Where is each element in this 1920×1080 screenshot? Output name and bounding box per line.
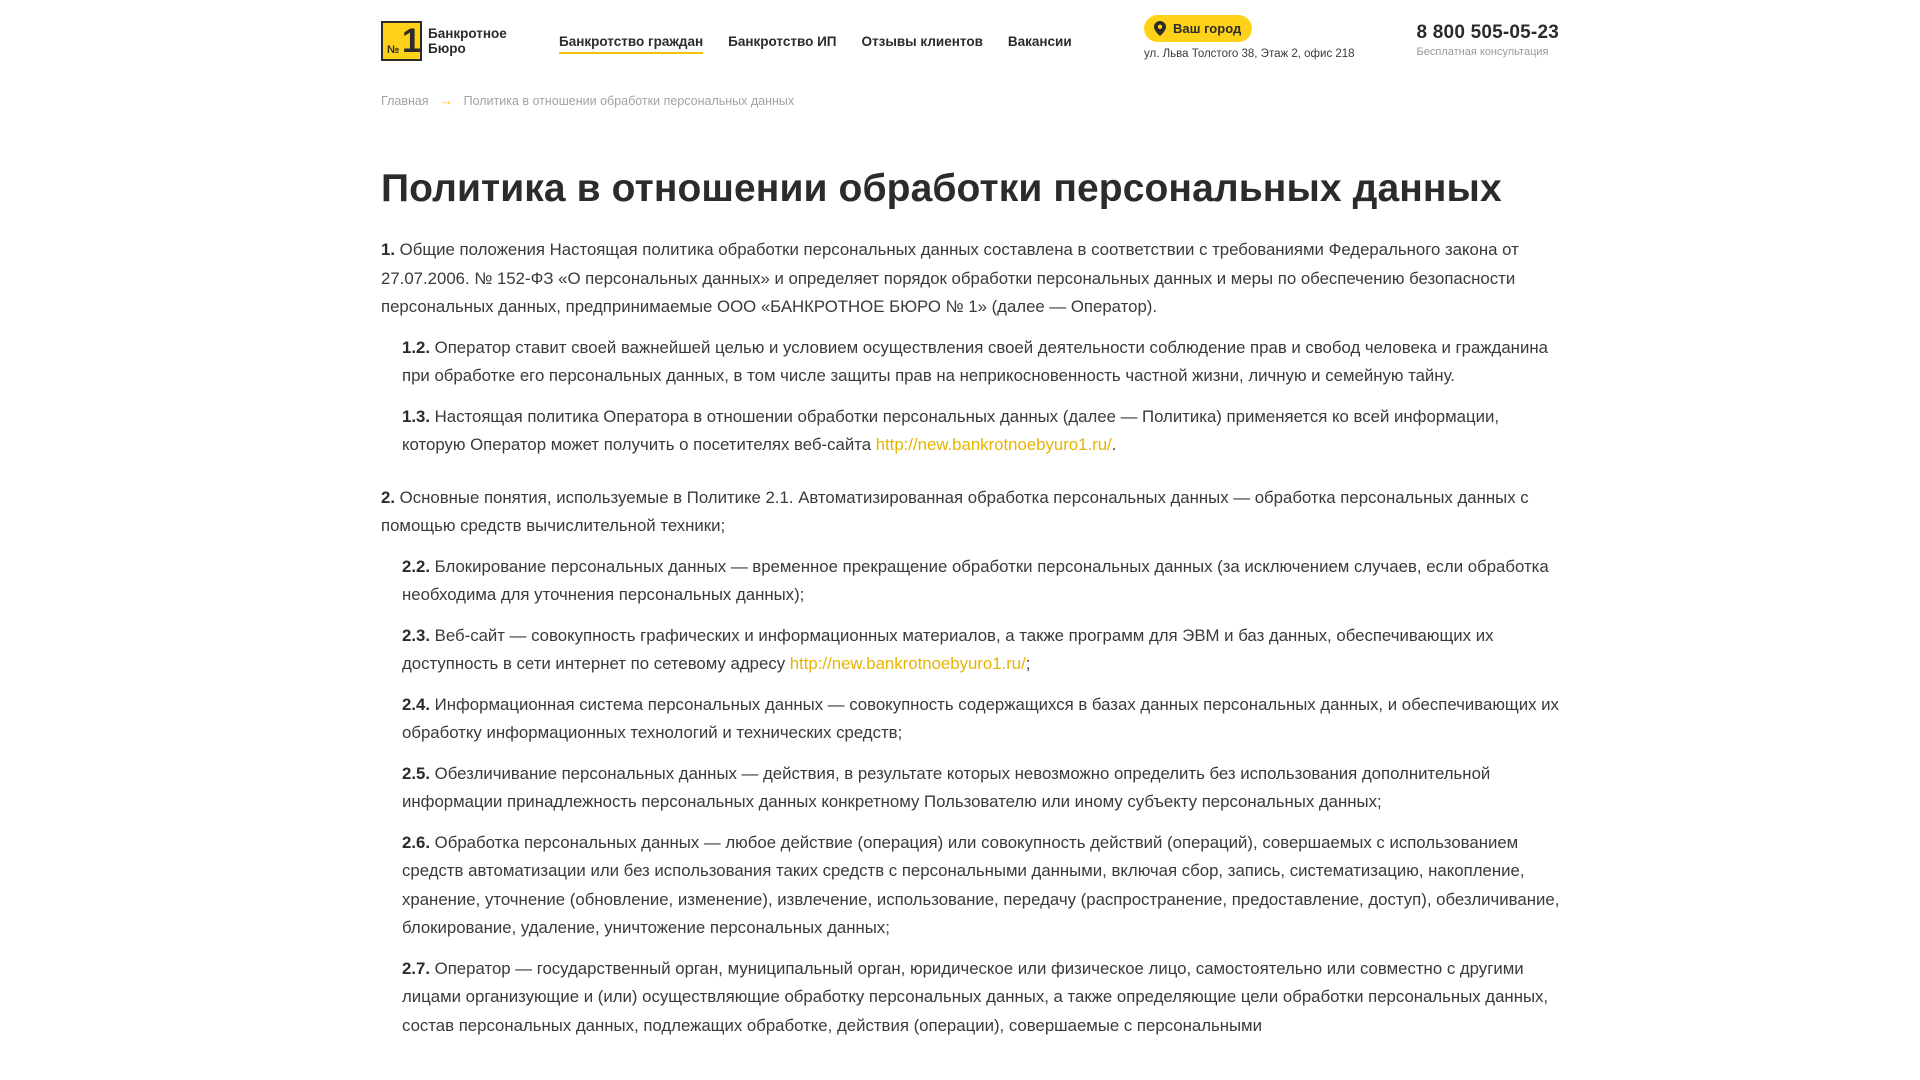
paragraph-number: 2.2. <box>402 556 430 576</box>
paragraph-text: Информационная система персональных данн… <box>402 694 1559 743</box>
main-content: Политика в отношении обработки персональ… <box>381 165 1561 1040</box>
nav-item-reviews[interactable]: Отзывы клиентов <box>862 34 983 54</box>
paragraph-text: Обезличивание персональных данных — дейс… <box>402 763 1491 812</box>
breadcrumb: Главная → Политика в отношении обработки… <box>381 93 794 108</box>
nav-item-vacancies[interactable]: Вакансии <box>1008 34 1072 54</box>
office-address: ул. Льва Толстого 38, Этаж 2, офис 218 <box>1144 48 1355 60</box>
paragraph-2-4: 2.4. Информационная система персональных… <box>402 691 1561 748</box>
breadcrumb-home-link[interactable]: Главная <box>381 94 429 108</box>
logo-no-sign: № <box>387 44 400 56</box>
paragraph-number: 2.7. <box>402 958 430 978</box>
logo-mark: № 1 <box>381 21 422 61</box>
main-nav: Банкротство граждан Банкротство ИП Отзыв… <box>559 34 1097 54</box>
city-block: Ваш город ул. Льва Толстого 38, Этаж 2, … <box>1144 15 1355 60</box>
paragraph-number: 2.4. <box>402 694 430 714</box>
paragraph-number: 2.5. <box>402 763 430 783</box>
paragraph-1-3: 1.3. Настоящая политика Оператора в отно… <box>402 403 1561 460</box>
website-link[interactable]: http://new.bankrotnoebyuro1.ru/ <box>876 435 1112 454</box>
paragraph-number: 1. <box>381 240 395 259</box>
paragraph-text: Общие положения Настоящая политика обраб… <box>381 240 1519 316</box>
paragraph-tail: ; <box>1025 654 1031 673</box>
paragraph-text: Оператор ставит своей важнейшей целью и … <box>402 337 1548 386</box>
site-header: № 1 Банкротное Бюро Банкротство граждан … <box>381 0 1559 90</box>
phone-note: Бесплатная консультация <box>1416 46 1549 58</box>
location-pin-icon <box>1154 21 1166 36</box>
breadcrumb-current: Политика в отношении обработки персональ… <box>463 93 795 108</box>
logo[interactable]: № 1 Банкротное Бюро <box>381 21 507 61</box>
logo-text: Банкротное Бюро <box>428 26 507 56</box>
paragraph-number: 1.3. <box>402 406 430 426</box>
paragraph-number: 1.2. <box>402 337 430 357</box>
paragraph-2: 2. Основные понятия, используемые в Поли… <box>381 484 1561 541</box>
paragraph-text: Обработка персональных данных — любое де… <box>402 832 1560 938</box>
paragraph-tail: . <box>1111 435 1117 454</box>
page: № 1 Банкротное Бюро Банкротство граждан … <box>0 0 1920 1080</box>
arrow-right-icon: → <box>439 93 453 108</box>
logo-number: 1 <box>402 22 421 60</box>
city-button-label: Ваш город <box>1173 21 1242 36</box>
paragraph-2-2: 2.2. Блокирование персональных данных — … <box>402 553 1561 610</box>
paragraph-1: 1. Общие положения Настоящая политика об… <box>381 236 1561 322</box>
page-title: Политика в отношении обработки персональ… <box>381 167 1502 210</box>
contact-block: 8 800 505-05-23 Бесплатная консультация <box>1417 22 1559 58</box>
paragraph-text: Оператор — государственный орган, муници… <box>402 958 1549 1035</box>
nav-item-bankruptcy-ip[interactable]: Банкротство ИП <box>728 34 836 54</box>
paragraph-1-2: 1.2. Оператор ставит своей важнейшей цел… <box>402 334 1561 391</box>
paragraph-2-5: 2.5. Обезличивание персональных данных —… <box>402 760 1561 817</box>
city-select-button[interactable]: Ваш город <box>1144 15 1253 42</box>
nav-item-bankruptcy-citizens[interactable]: Банкротство граждан <box>559 34 704 54</box>
paragraph-2-3: 2.3. Веб-сайт — совокупность графических… <box>402 622 1561 679</box>
website-link[interactable]: http://new.bankrotnoebyuro1.ru/ <box>790 654 1026 673</box>
paragraph-2-7: 2.7. Оператор — государственный орган, м… <box>402 955 1561 1041</box>
logo-text-line1: Банкротное <box>428 26 507 41</box>
paragraph-number: 2.3. <box>402 625 430 645</box>
logo-text-line2: Бюро <box>428 41 466 56</box>
paragraph-text: Основные понятия, используемые в Политик… <box>381 487 1529 536</box>
phone-link[interactable]: 8 800 505-05-23 <box>1417 22 1559 44</box>
paragraph-text: Блокирование персональных данных — време… <box>402 556 1549 605</box>
paragraph-number: 2. <box>381 487 395 507</box>
paragraph-number: 2.6. <box>402 832 430 852</box>
paragraph-2-6: 2.6. Обработка персональных данных — люб… <box>402 829 1561 943</box>
